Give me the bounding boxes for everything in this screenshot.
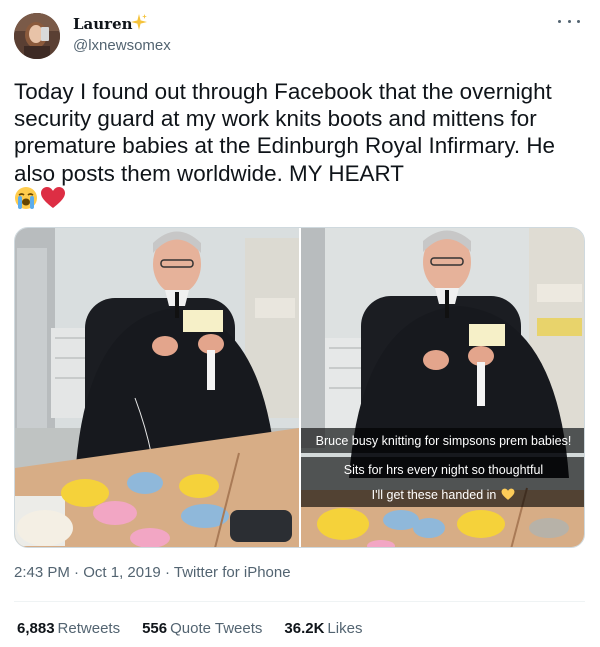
tweet-emojis [14, 186, 66, 210]
avatar[interactable] [14, 13, 60, 59]
retweets-label: Retweets [57, 620, 121, 637]
author-display-name[interactable]: Lauren [73, 15, 133, 33]
snap-caption-3: I'll get these handed in [301, 482, 584, 507]
meta-separator: · [164, 564, 170, 581]
snap-caption-2: Sits for hrs every night so thoughtful [301, 457, 584, 482]
likes-count: 36.2K [284, 620, 325, 637]
likes-label: Likes [327, 620, 363, 637]
author-handle[interactable]: @lxnewsomex [73, 37, 171, 54]
tweet-source[interactable]: Twitter for iPhone [174, 564, 291, 581]
yellow-heart-icon [501, 488, 515, 500]
more-options-icon[interactable] [558, 14, 580, 28]
avatar-photo [14, 13, 60, 59]
photo-knitting-left[interactable] [15, 228, 299, 547]
snap-caption-3-text: I'll get these handed in [371, 487, 497, 502]
quote-tweets-stat[interactable]: 556 Quote Tweets [142, 620, 262, 637]
loudly-crying-face-icon [15, 187, 37, 209]
sparkles-icon [131, 14, 147, 30]
likes-stat[interactable]: 36.2K Likes [284, 620, 362, 637]
retweets-count: 6,883 [17, 620, 55, 637]
tweet-text: Today I found out through Facebook that … [14, 79, 555, 186]
tweet-date[interactable]: Oct 1, 2019 [83, 564, 161, 581]
retweets-stat[interactable]: 6,883 Retweets [17, 620, 120, 637]
tweet-card: Lauren @lxnewsomex Today I found out thr… [0, 0, 600, 647]
tweet-meta: 2:43 PM · Oct 1, 2019 · Twitter for iPho… [14, 564, 291, 581]
red-heart-icon [41, 187, 65, 208]
photo-left-image [15, 228, 299, 547]
tweet-time[interactable]: 2:43 PM [14, 564, 70, 581]
photo-knitting-right[interactable]: Bruce busy knitting for simpsons prem ba… [301, 228, 584, 547]
snap-caption-1: Bruce busy knitting for simpsons prem ba… [301, 428, 584, 453]
divider [14, 601, 585, 602]
media-grid: Bruce busy knitting for simpsons prem ba… [14, 227, 585, 548]
tweet-stats: 6,883 Retweets 556 Quote Tweets 36.2K Likes [17, 620, 362, 637]
quote-tweets-count: 556 [142, 620, 168, 637]
quote-tweets-label: Quote Tweets [170, 620, 263, 637]
meta-separator: · [74, 564, 80, 581]
